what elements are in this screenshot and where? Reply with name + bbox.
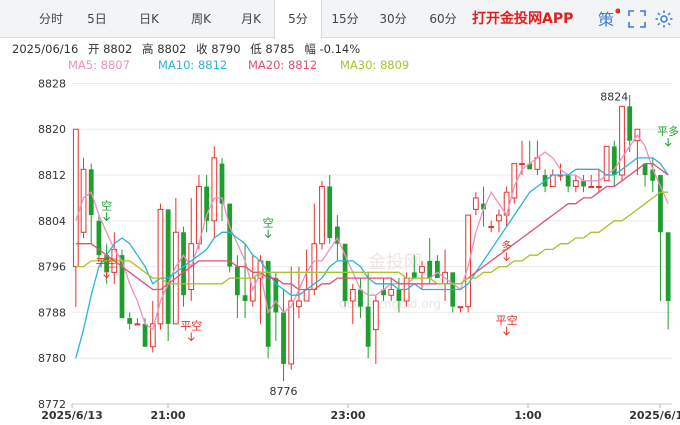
candle-body-down [142,323,148,347]
signal-arrow [664,137,672,147]
candle-body-up [134,323,141,326]
candle-body-up [296,300,302,308]
signal-label: 平空 [496,313,518,327]
candle-body-up [572,180,579,187]
x-tick-label: 21:00 [150,409,185,422]
candle-body-down [435,260,440,279]
price-annotation: 8824 [600,90,628,103]
candle-body-up [488,226,495,229]
candle-body-up [319,185,325,245]
candle-body-down [227,203,233,267]
candle-body-down [358,289,363,307]
signal-label: 多 [501,238,512,252]
candle-body-down [281,312,286,364]
price-annotation: 8776 [270,385,298,398]
signal-arrow [503,326,510,336]
candle-body-down [235,266,240,296]
x-tick-label: 23:00 [330,409,365,422]
candle-body-down [565,175,571,187]
candle-body-up [372,300,379,331]
signal-arrow [264,229,272,239]
candle-body-up [619,105,625,176]
candle-body-up [349,289,356,302]
candle-body-down [411,272,417,279]
x-tick-label: 2025/6/16 [629,409,680,422]
candle-body-down [242,295,248,301]
candle-body-up [457,306,464,309]
candle-body-up [519,163,525,166]
candle-body-down [650,169,656,181]
candlestick-chart: 882888208812880487968788878087722025/6/1… [38,77,680,422]
signal-label: 空 [263,216,274,230]
candle-body-down [165,209,171,324]
y-tick-label: 8804 [38,215,66,228]
candle-body-down [665,232,671,301]
candle-body-down [127,318,133,324]
signal-label: 平空 [180,319,202,333]
candle-body-up [472,197,479,210]
candle-body-down [365,306,371,347]
y-tick-label: 8812 [38,169,66,182]
candle-body-up [596,185,602,188]
candle-body-down [396,289,402,301]
candle-body-up [419,266,425,273]
candle-body-down [427,260,433,279]
y-tick-label: 8788 [38,306,66,319]
y-tick-label: 8796 [38,261,66,274]
signal-arrow [103,212,110,222]
x-tick-label: 2025/6/13 [41,409,103,422]
candle-body-down [581,180,586,187]
signal-label: 平多 [657,124,679,138]
x-tick-label: 1:00 [514,409,542,422]
y-tick-label: 8828 [38,77,66,90]
candle-body-up [288,300,295,365]
candle-body-down [181,232,186,296]
candle-body-up [588,185,595,188]
signal-arrow [503,252,510,262]
candle-body-down [327,186,333,238]
signal-label: 空 [101,198,112,212]
signal-arrow [187,332,195,342]
candle-body-up [496,214,502,222]
signal-label: 平空 [96,256,118,270]
candle-body-up [211,157,218,222]
candle-body-down [627,106,633,141]
y-tick-label: 8820 [38,123,66,136]
y-tick-label: 8780 [38,352,66,365]
candle-body-up [388,289,395,296]
candle-body-up [72,128,79,268]
